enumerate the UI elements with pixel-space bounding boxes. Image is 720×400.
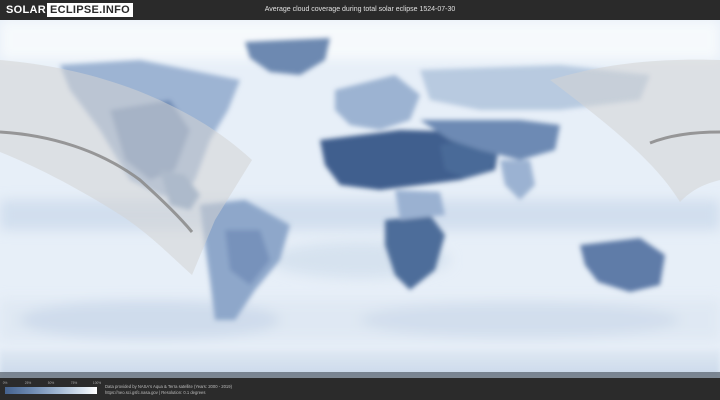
cloud-coverage-legend-bar (5, 387, 97, 394)
legend-tick: 25% (24, 381, 32, 385)
data-credit: Data provided by NASA's Aqua & Terra sat… (105, 384, 232, 389)
page-title: Average cloud coverage during total sola… (264, 6, 456, 13)
legend-tick: 0% (2, 381, 8, 385)
header-bar: SOLAR ECLIPSE.INFO Average cloud coverag… (0, 0, 720, 20)
central-africa (395, 190, 445, 220)
footer-bar: 0% 25% 50% 75% 100% Data provided by NAS… (0, 378, 720, 400)
data-source-link[interactable]: https://neo.sci.gsfc.nasa.gov | Resoluti… (105, 390, 205, 395)
legend-tick: 50% (47, 381, 55, 385)
app-frame: SOLAR ECLIPSE.INFO Average cloud coverag… (0, 0, 720, 400)
cloud-coverage-map (0, 20, 720, 378)
legend-tick: 100% (92, 381, 102, 385)
legend-tick: 75% (70, 381, 78, 385)
world-map-svg (0, 20, 720, 378)
